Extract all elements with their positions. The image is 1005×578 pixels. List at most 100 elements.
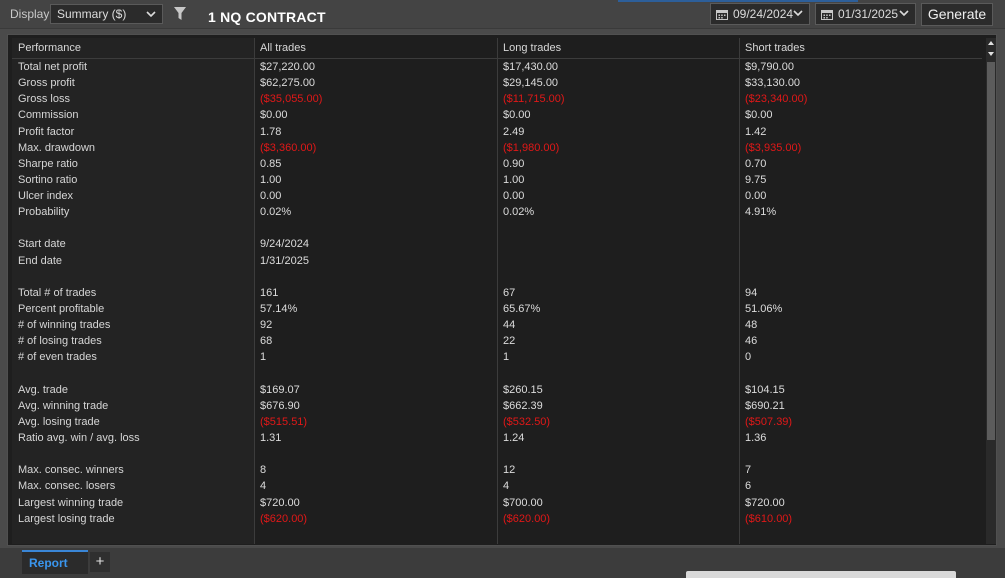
- scroll-down-icon[interactable]: [986, 49, 996, 59]
- scroll-thumb[interactable]: [987, 62, 995, 440]
- table-row[interactable]: Avg. losing trade ($515.51) ($532.50) ($507…: [12, 415, 982, 431]
- table-spacer-row[interactable]: [12, 366, 982, 382]
- table-row[interactable]: Avg. trade $169.07 $260.15 $104.15: [12, 383, 982, 399]
- row-label: # of losing trades: [18, 335, 102, 348]
- cell-short-trades: 7: [745, 464, 752, 477]
- row-label: Avg. winning trade: [18, 399, 109, 412]
- table-row[interactable]: Ratio avg. win / avg. loss 1.31 1.24 1.36: [12, 431, 982, 447]
- cell-long-trades: ($1,980.00): [503, 141, 560, 154]
- tab-report[interactable]: Report: [22, 550, 88, 574]
- table-row[interactable]: Max. consec. losers 4 4 6: [12, 479, 982, 495]
- filter-icon[interactable]: [173, 6, 187, 22]
- table-spacer-row[interactable]: [12, 447, 982, 463]
- row-label: # of winning trades: [18, 319, 111, 332]
- table-row[interactable]: Commission $0.00 $0.00 $0.00: [12, 108, 982, 124]
- cell-all-trades: 1.31: [260, 431, 282, 444]
- chevron-down-icon: [146, 11, 156, 18]
- row-label: Ratio avg. win / avg. loss: [18, 431, 140, 444]
- header-performance[interactable]: Performance: [18, 42, 81, 54]
- cell-all-trades: 0.85: [260, 157, 282, 170]
- table-row[interactable]: # of winning trades 92 44 48: [12, 318, 982, 334]
- display-label: Display: [10, 7, 50, 21]
- table-row[interactable]: Avg. winning trade $676.90 $662.39 $690.21: [12, 399, 982, 415]
- row-label: Max. consec. losers: [18, 480, 116, 493]
- cell-all-trades: 1: [260, 351, 267, 364]
- cell-all-trades: 4: [260, 480, 267, 493]
- cell-short-trades: 51.06%: [745, 302, 783, 315]
- table-row[interactable]: Probability 0.02% 0.02% 4.91%: [12, 205, 982, 221]
- cell-short-trades: 1.36: [745, 431, 767, 444]
- cell-short-trades: 9.75: [745, 173, 767, 186]
- table-row[interactable]: Total net profit $27,220.00 $17,430.00 $9,7…: [12, 60, 982, 76]
- header-long-trades[interactable]: Long trades: [503, 42, 561, 54]
- cell-short-trades: $9,790.00: [745, 61, 794, 73]
- cell-short-trades: 0.70: [745, 157, 767, 170]
- add-tab-button[interactable]: +: [90, 552, 110, 572]
- cell-all-trades: $62,275.00: [260, 77, 316, 90]
- table-row[interactable]: Max. consec. winners 8 12 7: [12, 463, 982, 479]
- table-row[interactable]: Ulcer index 0.00 0.00 0.00: [12, 189, 982, 205]
- cell-all-trades: 92: [260, 319, 273, 332]
- display-select[interactable]: Summary ($): [50, 4, 163, 24]
- vertical-scrollbar[interactable]: [986, 38, 996, 544]
- cell-long-trades: ($620.00): [503, 512, 551, 525]
- cell-long-trades: 4: [503, 480, 510, 493]
- chevron-down-icon: [793, 10, 803, 17]
- table-row[interactable]: Gross loss ($35,055.00) ($11,715.00) ($23,3…: [12, 92, 982, 108]
- row-label: Sharpe ratio: [18, 157, 78, 170]
- table-row[interactable]: Total # of trades 161 67 94: [12, 286, 982, 302]
- cell-long-trades: 2.49: [503, 125, 525, 138]
- row-label: Max. drawdown: [18, 141, 96, 154]
- toolbar: Display Summary ($) 1 NQ CONTRACT 09/24/…: [0, 0, 1005, 29]
- cell-long-trades: 67: [503, 286, 516, 299]
- table-row[interactable]: # of losing trades 68 22 46: [12, 334, 982, 350]
- date-from-picker[interactable]: 09/24/2024: [710, 3, 810, 25]
- table-row[interactable]: Gross profit $62,275.00 $29,145.00 $33,130.…: [12, 76, 982, 92]
- cell-long-trades: 12: [503, 464, 516, 477]
- cell-all-trades: ($620.00): [260, 512, 308, 525]
- table-spacer-row[interactable]: [12, 221, 982, 237]
- cell-long-trades: $0.00: [503, 109, 531, 122]
- cell-long-trades: 1: [503, 351, 510, 364]
- row-label: Gross loss: [18, 93, 70, 106]
- cell-short-trades: 1.42: [745, 125, 767, 138]
- table-row[interactable]: Largest winning trade $720.00 $700.00 $720.…: [12, 496, 982, 512]
- table-row[interactable]: Max. drawdown ($3,360.00) ($1,980.00) ($3,9…: [12, 141, 982, 157]
- row-label: Commission: [18, 109, 79, 122]
- table-row[interactable]: Start date 9/24/2024: [12, 237, 982, 253]
- table-row[interactable]: End date 1/31/2025: [12, 254, 982, 270]
- cell-short-trades: $104.15: [745, 383, 785, 396]
- scroll-up-icon[interactable]: [986, 38, 996, 48]
- cell-all-trades: $27,220.00: [260, 61, 316, 73]
- table-row[interactable]: Sortino ratio 1.00 1.00 9.75: [12, 173, 982, 189]
- cell-long-trades: 1.00: [503, 173, 525, 186]
- cell-long-trades: 44: [503, 319, 516, 332]
- cell-all-trades: 161: [260, 286, 279, 299]
- row-label: Total # of trades: [18, 286, 97, 299]
- date-to-picker[interactable]: 01/31/2025: [815, 3, 916, 25]
- cell-long-trades: ($11,715.00): [503, 93, 565, 106]
- cell-short-trades: 0: [745, 351, 752, 364]
- cell-all-trades: 0.02%: [260, 206, 292, 219]
- cell-all-trades: $676.90: [260, 399, 300, 412]
- status-popup: [686, 571, 956, 578]
- cell-long-trades: $662.39: [503, 399, 543, 412]
- cell-all-trades: $720.00: [260, 496, 300, 509]
- cell-short-trades: $0.00: [745, 109, 773, 122]
- table-row[interactable]: # of even trades 1 1 0: [12, 350, 982, 366]
- toolbar-accent-line: [618, 0, 858, 2]
- table-spacer-row[interactable]: [12, 270, 982, 286]
- table-row[interactable]: Profit factor 1.78 2.49 1.42: [12, 125, 982, 141]
- header-all-trades[interactable]: All trades: [260, 42, 306, 54]
- row-label: Percent profitable: [18, 302, 105, 315]
- header-short-trades[interactable]: Short trades: [745, 42, 805, 54]
- row-label: Ulcer index: [18, 190, 74, 203]
- cell-all-trades: 0.00: [260, 190, 282, 203]
- cell-short-trades: ($610.00): [745, 512, 793, 525]
- table-row[interactable]: Sharpe ratio 0.85 0.90 0.70: [12, 157, 982, 173]
- cell-all-trades: 8: [260, 464, 267, 477]
- generate-button[interactable]: Generate: [921, 3, 993, 26]
- table-row[interactable]: Largest losing trade ($620.00) ($620.00) ($…: [12, 512, 982, 528]
- performance-table: Performance All trades Long trades Short…: [12, 38, 982, 544]
- table-row[interactable]: Percent profitable 57.14% 65.67% 51.06%: [12, 302, 982, 318]
